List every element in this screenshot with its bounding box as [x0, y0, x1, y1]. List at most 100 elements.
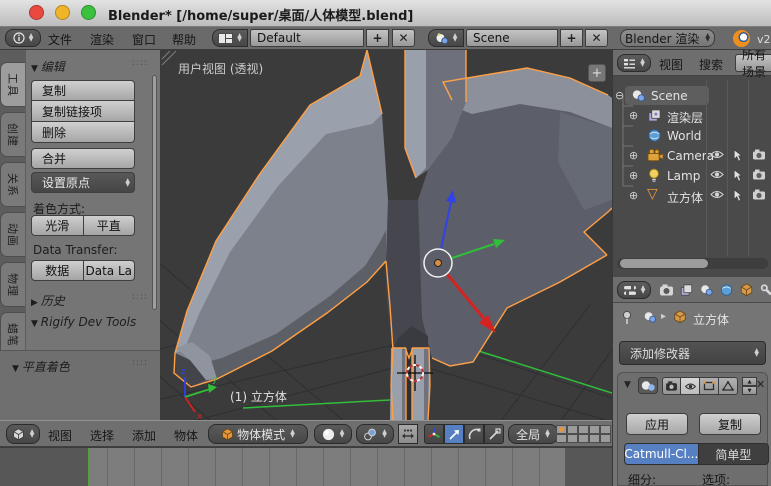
layers-grid[interactable]: [556, 425, 611, 443]
expand-icon[interactable]: [629, 189, 638, 202]
timeline-editor[interactable]: [0, 447, 612, 486]
manipulator-toggle-button[interactable]: [424, 424, 444, 444]
expand-icon[interactable]: [629, 109, 638, 122]
visibility-eye-icon[interactable]: [710, 189, 724, 203]
region-expand-button[interactable]: [588, 64, 606, 82]
layer-cell[interactable]: [567, 425, 578, 434]
tab-modifiers[interactable]: [757, 282, 771, 298]
menu-window[interactable]: 窗口: [132, 31, 156, 48]
layer-cell[interactable]: [578, 425, 589, 434]
add-menu[interactable]: 添加: [132, 427, 156, 444]
shade-flat-button[interactable]: 平直: [83, 215, 135, 236]
editmode-toggle-icon[interactable]: [700, 377, 719, 395]
tab-world[interactable]: [717, 282, 735, 298]
modifier-close-icon[interactable]: [756, 378, 765, 391]
translate-manipulator-button[interactable]: [444, 424, 464, 444]
tab-physics[interactable]: 物理: [0, 262, 25, 307]
selectability-pointer-icon[interactable]: [732, 169, 743, 185]
outliner-scrollbar[interactable]: [617, 258, 768, 269]
apply-modifier-button[interactable]: 应用: [626, 413, 688, 435]
catmull-clark-button[interactable]: Catmull-Cl...: [624, 443, 699, 465]
scale-manipulator-button[interactable]: [484, 424, 504, 444]
simple-button[interactable]: 简单型: [698, 443, 769, 465]
layer-cell[interactable]: [600, 425, 611, 434]
close-scene-button[interactable]: [585, 29, 608, 47]
tab-create[interactable]: 创建: [0, 112, 25, 157]
expand-icon[interactable]: [629, 169, 638, 182]
renderability-camera-icon[interactable]: [752, 189, 766, 203]
data-layout-button[interactable]: Data La: [83, 260, 135, 281]
manipulate-centers-toggle[interactable]: [398, 424, 418, 444]
add-layout-button[interactable]: [366, 29, 389, 47]
tab-tools[interactable]: 工具: [0, 62, 25, 107]
layer-cell[interactable]: [556, 434, 567, 443]
render-toggle-icon[interactable]: [662, 377, 681, 395]
scene-crumb-icon[interactable]: [643, 310, 657, 327]
pivot-point-dropdown[interactable]: [356, 424, 394, 444]
timeline-playhead[interactable]: [88, 448, 90, 486]
outliner-filter-dropdown[interactable]: 所有场景: [735, 50, 771, 79]
modifier-expand-icon[interactable]: [624, 380, 631, 390]
menu-help[interactable]: 帮助: [172, 31, 196, 48]
data-button[interactable]: 数据: [31, 260, 84, 281]
menu-file[interactable]: 文件: [48, 31, 72, 48]
tab-render[interactable]: [657, 282, 675, 298]
tab-render-layers[interactable]: [677, 282, 695, 298]
add-modifier-dropdown[interactable]: 添加修改器: [619, 341, 766, 365]
viewport-shading-dropdown[interactable]: [314, 424, 352, 444]
3d-viewport[interactable]: z y x 用户视图 (透视) (1) 立方体: [160, 50, 612, 420]
editor-type-outliner-button[interactable]: [617, 54, 651, 72]
delete-button[interactable]: 删除: [31, 122, 135, 143]
minimize-window-icon[interactable]: [55, 5, 70, 20]
close-window-icon[interactable]: [29, 5, 44, 20]
move-up-icon[interactable]: ▲: [742, 377, 757, 386]
layer-cell[interactable]: [567, 434, 578, 443]
layer-cell[interactable]: [600, 434, 611, 443]
close-layout-button[interactable]: [392, 29, 415, 47]
move-down-icon[interactable]: ▼: [742, 386, 757, 395]
collapse-icon[interactable]: [615, 89, 624, 102]
render-engine-dropdown[interactable]: Blender 渲染: [620, 29, 715, 47]
outliner-view-menu[interactable]: 视图: [659, 56, 683, 73]
shade-smooth-button[interactable]: 光滑: [31, 215, 84, 236]
edit-panel-header[interactable]: 编辑: [31, 58, 65, 75]
scene-name-field[interactable]: Scene: [466, 29, 558, 47]
screen-layout-field[interactable]: Default: [250, 29, 364, 47]
tab-scene[interactable]: [697, 282, 715, 298]
pin-icon[interactable]: [621, 310, 633, 328]
renderability-camera-icon[interactable]: [752, 149, 766, 163]
layer-cell[interactable]: [578, 434, 589, 443]
human-model-mesh[interactable]: [174, 50, 612, 420]
selectability-pointer-icon[interactable]: [732, 189, 743, 205]
selectability-pointer-icon[interactable]: [732, 149, 743, 165]
realtime-toggle-icon[interactable]: [681, 377, 700, 395]
layer-cell-active[interactable]: [556, 425, 567, 434]
object-menu[interactable]: 物体: [174, 427, 198, 444]
tool-shelf-scrollbar[interactable]: [152, 75, 157, 310]
panel-grip-icon[interactable]: ::::: [132, 292, 148, 302]
object-crumb-icon[interactable]: [673, 310, 687, 327]
maximize-window-icon[interactable]: [81, 5, 96, 20]
renderability-camera-icon[interactable]: [752, 169, 766, 183]
tab-object[interactable]: [737, 282, 755, 298]
outliner-search-menu[interactable]: 搜索: [699, 56, 723, 73]
editor-type-3dview-button[interactable]: [6, 424, 40, 444]
layer-cell[interactable]: [589, 434, 600, 443]
menu-render[interactable]: 渲染: [90, 31, 114, 48]
add-scene-button[interactable]: [560, 29, 583, 47]
panel-grip-icon[interactable]: ::::: [132, 358, 148, 368]
layer-cell[interactable]: [589, 425, 600, 434]
visibility-eye-icon[interactable]: [710, 149, 724, 163]
set-origin-dropdown[interactable]: 设置原点: [31, 172, 135, 193]
editor-type-info-button[interactable]: [5, 29, 41, 47]
transform-orientation-dropdown[interactable]: 全局: [508, 424, 558, 444]
cage-toggle-icon[interactable]: [719, 377, 738, 395]
tab-animation[interactable]: 动画: [0, 212, 25, 257]
history-panel-header[interactable]: 历史: [31, 292, 65, 309]
duplicate-button[interactable]: 复制: [31, 80, 135, 101]
tab-relations[interactable]: 关系: [0, 162, 25, 207]
operator-panel-header[interactable]: 平直着色: [12, 358, 70, 375]
editor-type-properties-button[interactable]: [617, 281, 651, 299]
rotate-manipulator-button[interactable]: [464, 424, 484, 444]
select-menu[interactable]: 选择: [90, 427, 114, 444]
